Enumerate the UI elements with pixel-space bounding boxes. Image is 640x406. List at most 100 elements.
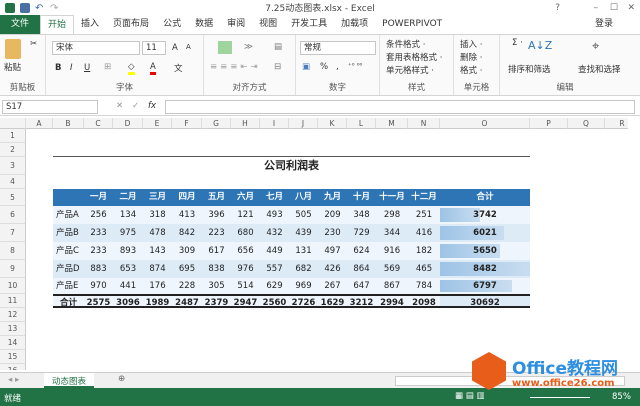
row-header[interactable]: 6 — [0, 206, 26, 224]
header-cell[interactable]: 四月 — [172, 189, 202, 206]
value-cell[interactable]: 784 — [408, 278, 440, 294]
header-cell[interactable]: 合计 — [440, 189, 530, 206]
value-cell[interactable]: 256 — [84, 206, 113, 224]
tab-2[interactable]: 插入 — [74, 15, 106, 34]
value-cell[interactable]: 223 — [202, 224, 231, 242]
sheet-nav-arrows[interactable]: ◂ ▸ — [8, 375, 19, 385]
row-header[interactable]: 1 — [0, 129, 26, 143]
find-select-button[interactable]: 查找和选择 — [578, 63, 621, 75]
maximize-button[interactable]: ☐ — [610, 3, 618, 13]
value-cell[interactable]: 867 — [376, 278, 408, 294]
tab-0[interactable]: 文件 — [0, 15, 41, 34]
value-cell[interactable]: 916 — [376, 242, 408, 260]
header-cell[interactable]: 一月 — [84, 189, 113, 206]
cut-icon[interactable]: ✂ — [30, 39, 37, 49]
row-header[interactable]: 5 — [0, 189, 26, 206]
row-header[interactable]: 12 — [0, 308, 26, 322]
product-name[interactable]: 产品E — [53, 278, 84, 294]
merge-icon[interactable]: ⊟ — [274, 62, 281, 72]
paste-button[interactable]: 粘贴 — [4, 61, 21, 73]
value-cell[interactable]: 842 — [172, 224, 202, 242]
value-cell[interactable]: 682 — [289, 260, 318, 278]
value-cell[interactable]: 251 — [408, 206, 440, 224]
sort-filter-button[interactable]: 排序和筛选 — [508, 63, 551, 75]
header-cell[interactable]: 八月 — [289, 189, 318, 206]
cancel-icon[interactable]: ✕ — [116, 101, 123, 111]
value-cell[interactable]: 629 — [260, 278, 289, 294]
percent-button[interactable]: % — [320, 62, 328, 72]
value-cell[interactable]: 864 — [347, 260, 376, 278]
help-button[interactable]: ? — [555, 3, 560, 13]
tab-1[interactable]: 开始 — [40, 14, 75, 35]
value-cell[interactable]: 497 — [318, 242, 347, 260]
total-cell[interactable]: 3742 — [440, 206, 530, 224]
column-header[interactable]: K — [318, 118, 347, 129]
value-cell[interactable]: 230 — [318, 224, 347, 242]
decimal-icons[interactable]: ⁺⁰ ⁰⁰ — [348, 62, 362, 70]
align-icons[interactable]: ≡≡≡⇤⇥ — [210, 62, 261, 72]
value-cell[interactable]: 182 — [408, 242, 440, 260]
product-name[interactable]: 产品D — [53, 260, 84, 278]
row-header[interactable]: 14 — [0, 336, 26, 350]
value-cell[interactable]: 348 — [347, 206, 376, 224]
fill-color-icon[interactable]: ◇ — [128, 62, 135, 75]
value-cell[interactable]: 976 — [231, 260, 260, 278]
totals-value[interactable]: 3096 — [113, 294, 143, 308]
value-cell[interactable]: 695 — [172, 260, 202, 278]
value-cell[interactable]: 729 — [347, 224, 376, 242]
value-cell[interactable]: 617 — [202, 242, 231, 260]
totals-value[interactable]: 1989 — [143, 294, 172, 308]
value-cell[interactable]: 969 — [289, 278, 318, 294]
value-cell[interactable]: 344 — [376, 224, 408, 242]
enter-icon[interactable]: ✓ — [132, 101, 139, 111]
comma-button[interactable]: , — [336, 62, 339, 72]
paste-icon[interactable] — [5, 39, 21, 59]
value-cell[interactable]: 478 — [143, 224, 172, 242]
totals-value[interactable]: 2994 — [376, 294, 408, 308]
sheet-tab[interactable]: 动态图表 — [44, 373, 95, 388]
shrink-font-button[interactable]: A — [186, 43, 191, 51]
header-cell[interactable]: 十月 — [347, 189, 376, 206]
format-cells-button[interactable]: 格式 · — [460, 64, 482, 76]
select-all-corner[interactable] — [0, 118, 26, 129]
bold-button[interactable]: B — [55, 63, 61, 73]
totals-value[interactable]: 2379 — [202, 294, 231, 308]
value-cell[interactable]: 624 — [347, 242, 376, 260]
value-cell[interactable]: 893 — [113, 242, 143, 260]
row-header[interactable]: 7 — [0, 224, 26, 242]
column-header[interactable]: I — [260, 118, 289, 129]
row-header[interactable]: 13 — [0, 322, 26, 336]
column-header[interactable]: L — [347, 118, 376, 129]
value-cell[interactable]: 131 — [289, 242, 318, 260]
insert-function-button[interactable]: fx — [148, 101, 156, 111]
value-cell[interactable]: 396 — [202, 206, 231, 224]
totals-label[interactable]: 合计 — [53, 294, 84, 308]
column-header[interactable]: Q — [568, 118, 605, 129]
phonetic-button[interactable]: 文 — [174, 62, 183, 74]
grow-font-button[interactable]: A — [172, 43, 178, 53]
total-cell[interactable]: 6797 — [440, 278, 530, 294]
formula-input[interactable] — [165, 100, 635, 114]
underline-button[interactable]: U — [84, 63, 90, 73]
value-cell[interactable]: 569 — [376, 260, 408, 278]
row-header[interactable]: 10 — [0, 278, 26, 294]
value-cell[interactable]: 298 — [376, 206, 408, 224]
font-color-button[interactable]: A — [150, 62, 156, 75]
product-name[interactable]: 产品A — [53, 206, 84, 224]
value-cell[interactable]: 121 — [231, 206, 260, 224]
column-header[interactable]: M — [376, 118, 408, 129]
value-cell[interactable]: 493 — [260, 206, 289, 224]
tab-4[interactable]: 公式 — [156, 15, 188, 34]
column-header[interactable]: B — [53, 118, 84, 129]
minimize-button[interactable]: – — [594, 3, 599, 13]
header-cell[interactable]: 十二月 — [408, 189, 440, 206]
value-cell[interactable]: 465 — [408, 260, 440, 278]
column-header[interactable]: C — [84, 118, 113, 129]
value-cell[interactable]: 449 — [260, 242, 289, 260]
header-cell[interactable]: 三月 — [143, 189, 172, 206]
value-cell[interactable]: 309 — [172, 242, 202, 260]
product-name[interactable]: 产品B — [53, 224, 84, 242]
accounting-icon[interactable]: ▣ — [302, 62, 310, 72]
header-cell[interactable]: 九月 — [318, 189, 347, 206]
total-cell[interactable]: 6021 — [440, 224, 530, 242]
